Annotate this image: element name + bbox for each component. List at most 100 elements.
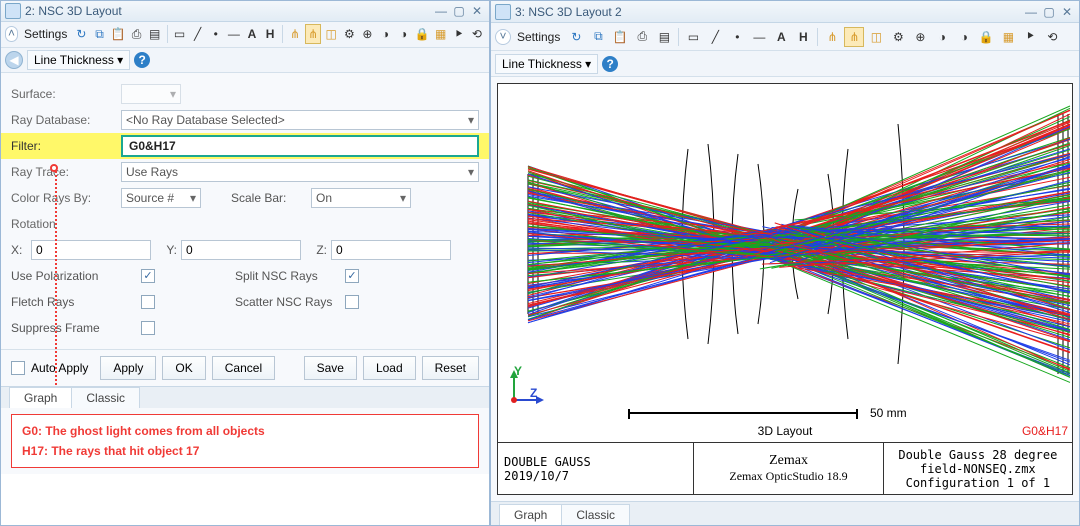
camera-2-icon[interactable]: ◑: [954, 27, 974, 47]
copy-icon[interactable]: ⧉: [91, 24, 107, 44]
clipboard-icon[interactable]: 📋: [110, 24, 127, 44]
h-tool-icon[interactable]: H: [262, 24, 278, 44]
tab-graph-left[interactable]: Graph: [9, 387, 72, 408]
lock-icon[interactable]: 🔒: [414, 24, 431, 44]
h-tool-icon[interactable]: H: [793, 27, 813, 47]
print-icon[interactable]: ⎙: [129, 24, 145, 44]
text-tool-icon[interactable]: A: [244, 24, 260, 44]
view-2d-icon[interactable]: ⋔: [287, 24, 303, 44]
tab-classic-left[interactable]: Classic: [71, 387, 140, 408]
raydb-select[interactable]: <No Ray Database Selected>▾: [121, 110, 479, 130]
view-2d-icon[interactable]: ⋔: [822, 27, 842, 47]
window-icon: [5, 3, 21, 19]
config: Configuration 1 of 1: [906, 476, 1051, 490]
rect-tool-icon[interactable]: ▭: [683, 27, 703, 47]
left-tabstrip: Graph Classic: [1, 386, 489, 409]
line-thickness-dropdown[interactable]: Line Thickness ▾: [495, 54, 598, 74]
camera-1-icon[interactable]: ◑: [932, 27, 952, 47]
scatter-checkbox[interactable]: [345, 295, 359, 309]
tab-classic-right[interactable]: Classic: [561, 504, 630, 525]
zoom-tool-icon[interactable]: ⚙: [888, 27, 908, 47]
load-button[interactable]: Load: [363, 356, 416, 380]
raytrace-label: Ray Trace:: [11, 165, 121, 179]
camera-2-icon[interactable]: ◑: [396, 24, 412, 44]
view-3d-icon[interactable]: ⋔: [305, 24, 321, 44]
rotation-label: Rotation: [11, 217, 121, 231]
raytrace-value: Use Rays: [126, 165, 178, 179]
rotation-x-input[interactable]: [31, 240, 151, 260]
dot-tool-icon[interactable]: •: [727, 27, 747, 47]
save-icon[interactable]: ▤: [654, 27, 674, 47]
help-icon[interactable]: ?: [134, 52, 150, 68]
export-icon[interactable]: ⯈: [1020, 27, 1040, 47]
raytrace-select[interactable]: Use Rays▾: [121, 162, 479, 182]
minimize-button[interactable]: —: [1023, 4, 1039, 20]
use-pol-checkbox[interactable]: ✓: [141, 269, 155, 283]
text-tool-icon[interactable]: A: [771, 27, 791, 47]
restore-button[interactable]: ▢: [451, 3, 467, 19]
dot-tool-icon[interactable]: •: [208, 24, 224, 44]
3d-viewport[interactable]: Y Z 50 mm 3D Layout G0&H17 DOUBLE GAUSS …: [497, 83, 1073, 495]
fletch-checkbox[interactable]: [141, 295, 155, 309]
help-icon[interactable]: ?: [602, 56, 618, 72]
dash-tool-icon[interactable]: —: [226, 24, 242, 44]
settings-label[interactable]: Settings: [517, 30, 560, 44]
line-tool-icon[interactable]: ╱: [705, 27, 725, 47]
reset-button[interactable]: Reset: [422, 356, 479, 380]
callout-line2: H17: The rays that hit object 17: [22, 441, 468, 461]
window-icon: [495, 4, 511, 20]
view-shaded-icon[interactable]: ◫: [866, 27, 886, 47]
collapse-settings-icon[interactable]: ˄: [5, 26, 18, 42]
camera-1-icon[interactable]: ◑: [377, 24, 393, 44]
project-date: 2019/10/7: [504, 469, 687, 483]
grid-icon[interactable]: ▦: [998, 27, 1018, 47]
grid-icon[interactable]: ▦: [433, 24, 449, 44]
filter-tag: G0&H17: [1022, 424, 1068, 438]
refresh-icon[interactable]: ↻: [73, 24, 89, 44]
copy-icon[interactable]: ⧉: [588, 27, 608, 47]
restore-button[interactable]: ▢: [1041, 4, 1057, 20]
surface-select[interactable]: ▾: [121, 84, 181, 104]
save-button[interactable]: Save: [304, 356, 357, 380]
dash-tool-icon[interactable]: —: [749, 27, 769, 47]
refresh-icon[interactable]: ↻: [566, 27, 586, 47]
split-checkbox[interactable]: ✓: [345, 269, 359, 283]
filter-input[interactable]: G0&H17: [121, 135, 479, 157]
line-thickness-dropdown[interactable]: Line Thickness ▾: [27, 50, 130, 70]
suppress-checkbox[interactable]: [141, 321, 155, 335]
rotate-ccw-icon[interactable]: ⟲: [1042, 27, 1062, 47]
back-icon[interactable]: ◀: [5, 51, 23, 69]
callout-line1: G0: The ghost light comes from all objec…: [22, 421, 468, 441]
expand-settings-icon[interactable]: ˅: [495, 29, 511, 45]
target-icon[interactable]: ⊕: [359, 24, 375, 44]
color-select[interactable]: Source #▾: [121, 188, 201, 208]
target-icon[interactable]: ⊕: [910, 27, 930, 47]
print-icon[interactable]: ⎙: [632, 27, 652, 47]
zoom-tool-icon[interactable]: ⚙: [341, 24, 357, 44]
clipboard-icon[interactable]: 📋: [610, 27, 630, 47]
scatter-label: Scatter NSC Rays: [235, 295, 345, 309]
lock-icon[interactable]: 🔒: [976, 27, 996, 47]
auto-apply-checkbox[interactable]: [11, 361, 25, 375]
right-tabstrip: Graph Classic: [491, 501, 1079, 525]
view-3d-icon[interactable]: ⋔: [844, 27, 864, 47]
rotate-ccw-icon[interactable]: ⟲: [469, 24, 485, 44]
rotation-z-input[interactable]: [331, 240, 451, 260]
ok-button[interactable]: OK: [162, 356, 205, 380]
cancel-button[interactable]: Cancel: [212, 356, 275, 380]
view-shaded-icon[interactable]: ◫: [323, 24, 339, 44]
scalebar-select[interactable]: On▾: [311, 188, 411, 208]
apply-button[interactable]: Apply: [100, 356, 156, 380]
export-icon[interactable]: ⯈: [451, 24, 467, 44]
close-button[interactable]: ✕: [1059, 4, 1075, 20]
minimize-button[interactable]: —: [433, 3, 449, 19]
tab-graph-right[interactable]: Graph: [499, 504, 562, 525]
fletch-label: Fletch Rays: [11, 295, 141, 309]
line-tool-icon[interactable]: ╱: [190, 24, 206, 44]
rect-tool-icon[interactable]: ▭: [172, 24, 188, 44]
settings-label[interactable]: Settings: [24, 27, 67, 41]
close-button[interactable]: ✕: [469, 3, 485, 19]
rotation-y-input[interactable]: [181, 240, 301, 260]
save-icon[interactable]: ▤: [147, 24, 163, 44]
separator: [817, 28, 818, 46]
